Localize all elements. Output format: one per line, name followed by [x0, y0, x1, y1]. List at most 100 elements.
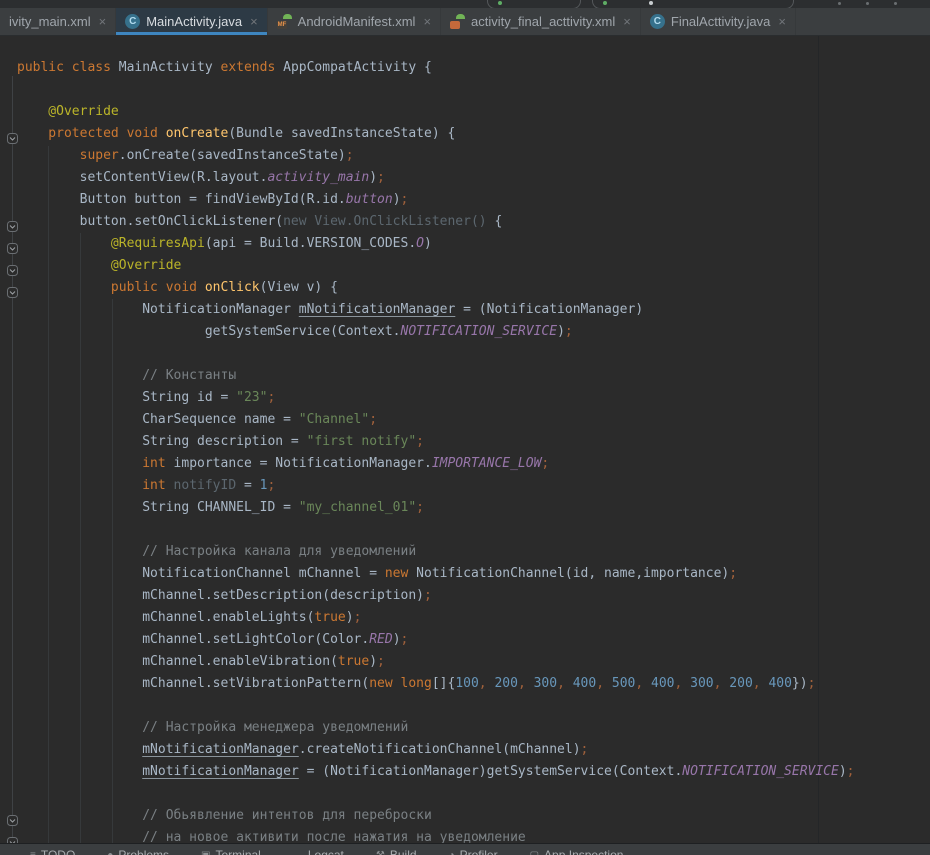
tool-window-button-problems[interactable]: ● Problems [107, 848, 169, 855]
code-line: int notifyID = 1; [17, 475, 930, 497]
fold-marker-icon[interactable] [7, 263, 18, 274]
toolbar-icon[interactable] [894, 2, 897, 5]
code-line: getSystemService(Context.NOTIFICATION_SE… [17, 321, 930, 343]
tab-activity-final-acttivity-xml[interactable]: activity_final_acttivity.xml × [441, 8, 641, 35]
tab-close-icon[interactable]: × [250, 14, 258, 29]
run-actions-widget[interactable] [592, 0, 794, 8]
code-line: NotificationChannel mChannel = new Notif… [17, 563, 930, 585]
main-toolbar-strip [0, 0, 930, 8]
code-line: public void onClick(View v) { [17, 277, 930, 299]
code-line: mChannel.enableLights(true); [17, 607, 930, 629]
tool-window-label: Build [390, 848, 417, 855]
code-line: mChannel.setDescription(description); [17, 585, 930, 607]
code-line [17, 79, 930, 101]
fold-marker-icon[interactable] [7, 131, 18, 142]
tool-window-button-app-inspection[interactable]: ▢ App Inspection [530, 848, 624, 855]
layout-badge [450, 21, 460, 29]
tool-window-label: Problems [118, 848, 169, 855]
android-icon [283, 14, 292, 19]
toolbar-icon[interactable] [838, 2, 841, 5]
code-line: mNotificationManager = (NotificationMana… [17, 761, 930, 783]
tab-close-icon[interactable]: × [423, 14, 431, 29]
toolbar-icon[interactable] [649, 1, 653, 5]
code-line: mNotificationManager.createNotificationC… [17, 739, 930, 761]
tool-window-items: ≡ TODO ● Problems ▣ Terminal ▬ Logcat ⚒ Build ◔ Pro… [0, 844, 930, 855]
editor-tab-bar: ivity_main.xml×CMainActivity.java×MFAndr… [0, 8, 930, 36]
code-line: public class MainActivity extends AppCom… [17, 57, 930, 79]
build-icon: ⚒ [376, 850, 385, 855]
tool-window-label: Logcat [308, 848, 344, 855]
tab-mainactivity-java[interactable]: C MainActivity.java × [116, 8, 267, 35]
code-line: // Обьявление интентов для переброски [17, 805, 930, 827]
code-line [17, 783, 930, 805]
code-line: @Override [17, 255, 930, 277]
code-line [17, 343, 930, 365]
tool-window-label: App Inspection [544, 848, 623, 855]
android-icon [456, 14, 465, 19]
run-icon[interactable] [498, 1, 502, 5]
tab-ivity-main-xml[interactable]: ivity_main.xml × [0, 8, 116, 35]
code-line: String CHANNEL_ID = "my_channel_01"; [17, 497, 930, 519]
profiler-icon: ◔ [449, 850, 455, 855]
code-line: button.setOnClickListener(new View.OnCli… [17, 211, 930, 233]
code-line [17, 695, 930, 717]
ide-window: ivity_main.xml×CMainActivity.java×MFAndr… [0, 0, 930, 855]
java-class-icon: C [125, 14, 140, 29]
code-line: @RequiresApi(api = Build.VERSION_CODES.O… [17, 233, 930, 255]
code-line: mChannel.setLightColor(Color.RED); [17, 629, 930, 651]
tab-label: ivity_main.xml [9, 14, 91, 29]
tab-close-icon[interactable]: × [778, 14, 786, 29]
fold-marker-icon[interactable] [7, 219, 18, 230]
layout-xml-icon [450, 14, 465, 29]
tab-label: FinalActtivity.java [671, 14, 770, 29]
code-line: // Константы [17, 365, 930, 387]
toolbar-icon[interactable] [866, 2, 869, 5]
code-line: @Override [17, 101, 930, 123]
tool-window-button-logcat[interactable]: ▬ Logcat [293, 848, 344, 855]
logcat-icon: ▬ [293, 850, 303, 855]
manifest-mf-badge: MF [277, 21, 288, 29]
code-line: setContentView(R.layout.activity_main); [17, 167, 930, 189]
tab-finalacttivity-java[interactable]: C FinalActtivity.java × [641, 8, 796, 35]
tool-window-bar: ≡ TODO ● Problems ▣ Terminal ▬ Logcat ⚒ Build ◔ Pro… [0, 843, 930, 855]
code-line: NotificationManager mNotificationManager… [17, 299, 930, 321]
fold-marker-icon[interactable] [7, 241, 18, 252]
code-line: // Настройка менеджера уведомлений [17, 717, 930, 739]
code-line: // на новое активити после нажатия на ув… [17, 827, 930, 843]
debug-icon[interactable] [603, 1, 607, 5]
code-line: String id = "23"; [17, 387, 930, 409]
tool-window-button-terminal[interactable]: ▣ Terminal [201, 848, 261, 855]
tool-window-label: TODO [41, 848, 75, 855]
code-line: CharSequence name = "Channel"; [17, 409, 930, 431]
code-line: // Настройка канала для уведомлений [17, 541, 930, 563]
problems-icon: ● [107, 850, 113, 855]
code-line: Button button = findViewById(R.id.button… [17, 189, 930, 211]
fold-marker-icon[interactable] [7, 813, 18, 824]
java-class-icon: C [650, 14, 665, 29]
app-inspection-icon: ▢ [530, 850, 539, 855]
tab-close-icon[interactable]: × [623, 14, 631, 29]
code-line [17, 519, 930, 541]
tab-close-icon[interactable]: × [99, 14, 107, 29]
code-line: int importance = NotificationManager.IMP… [17, 453, 930, 475]
code-line: String description = "first notify"; [17, 431, 930, 453]
tool-window-button-profiler[interactable]: ◔ Profiler [449, 848, 498, 855]
fold-marker-icon[interactable] [7, 285, 18, 296]
tab-label: MainActivity.java [146, 14, 242, 29]
tool-window-button-build[interactable]: ⚒ Build [376, 848, 417, 855]
code-line: protected void onCreate(Bundle savedInst… [17, 123, 930, 145]
tab-label: activity_final_acttivity.xml [471, 14, 615, 29]
code-line: mChannel.enableVibration(true); [17, 651, 930, 673]
code-line: super.onCreate(savedInstanceState); [17, 145, 930, 167]
fold-marker-icon[interactable] [7, 835, 18, 843]
code-line: mChannel.setVibrationPattern(new long[]{… [17, 673, 930, 695]
todo-icon: ≡ [30, 850, 36, 855]
tool-window-label: Profiler [460, 848, 498, 855]
tool-window-button-todo[interactable]: ≡ TODO [30, 848, 75, 855]
code-area[interactable]: public class MainActivity extends AppCom… [0, 36, 930, 843]
terminal-icon: ▣ [201, 850, 210, 855]
android-manifest-icon: MF [277, 14, 292, 29]
tab-androidmanifest-xml[interactable]: MFAndroidManifest.xml× [268, 8, 441, 35]
code-editor[interactable]: public class MainActivity extends AppCom… [0, 36, 930, 843]
tool-window-label: Terminal [215, 848, 260, 855]
